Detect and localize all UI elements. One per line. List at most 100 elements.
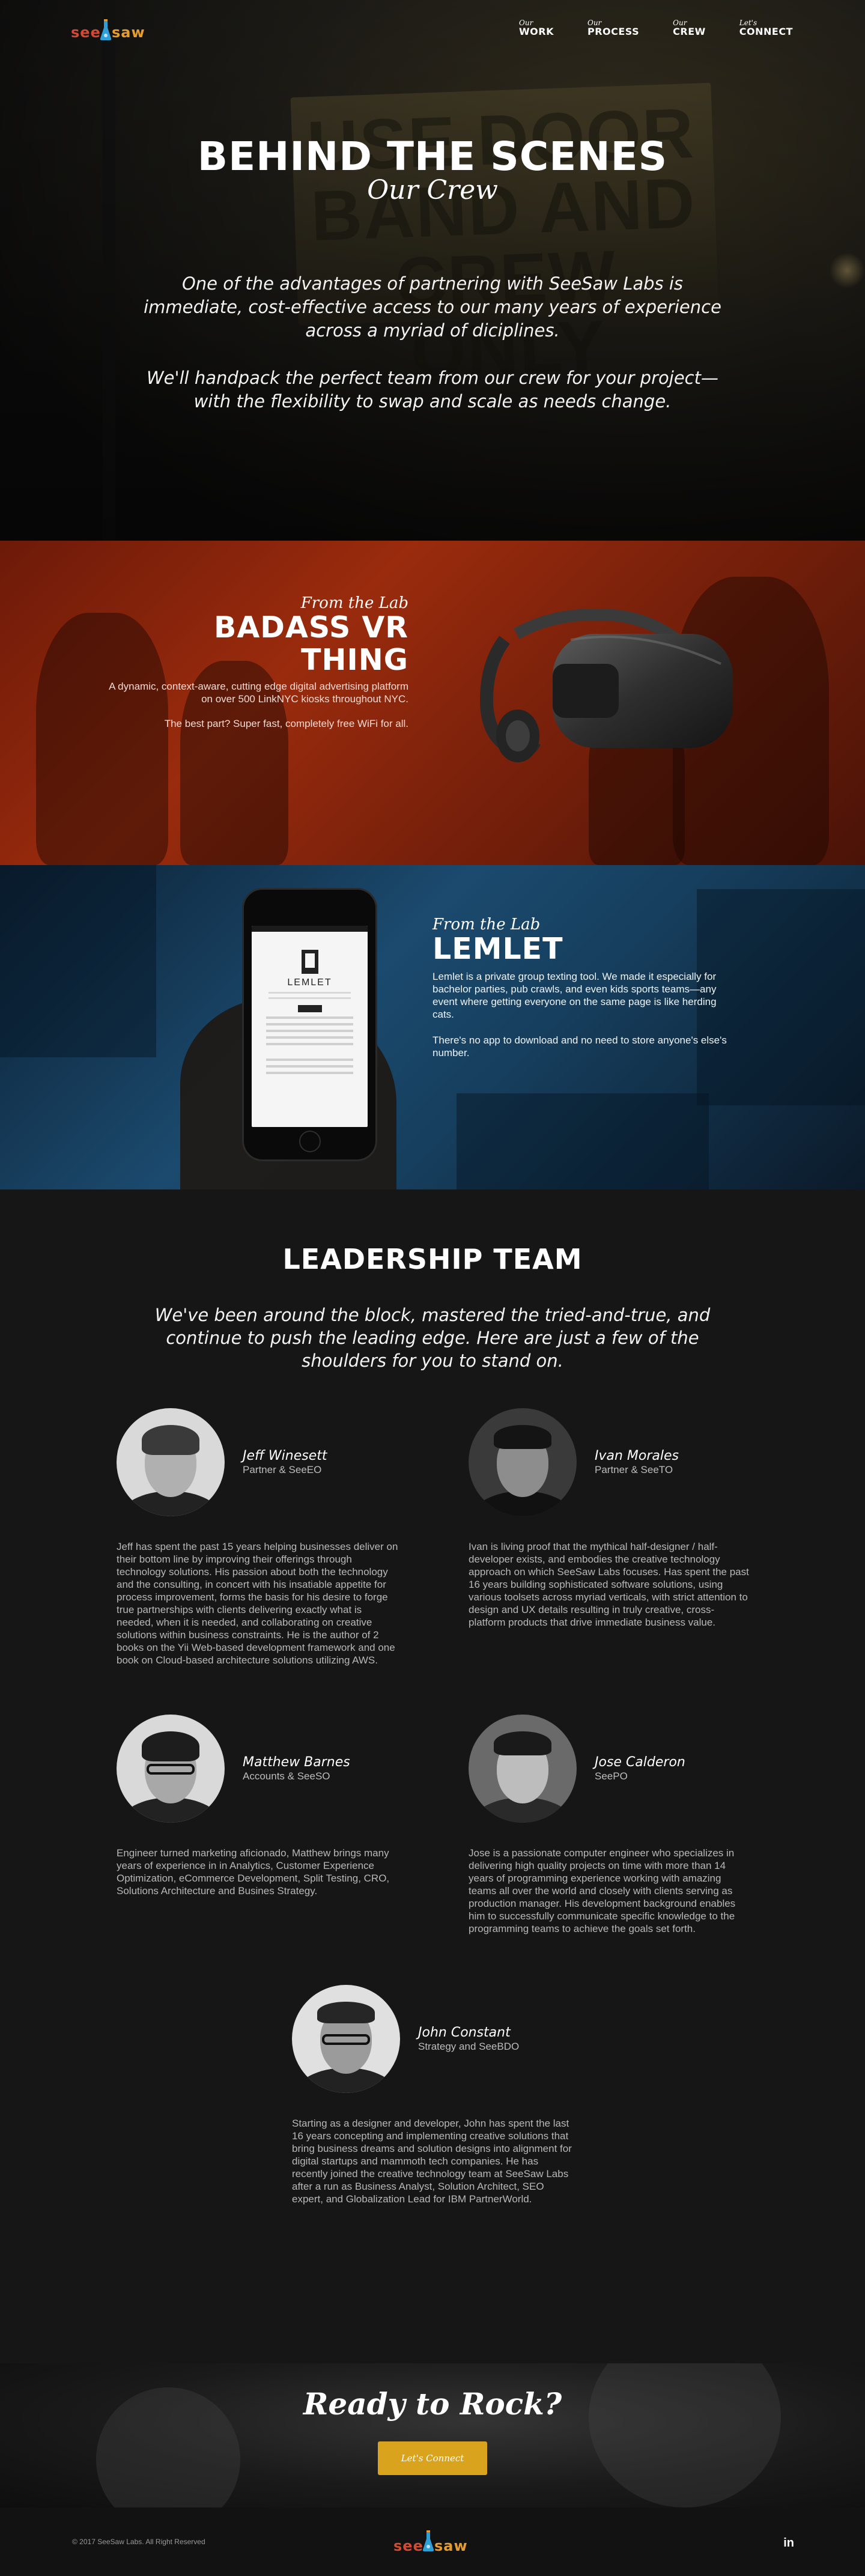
nav-item-label: PROCESS (587, 26, 640, 37)
hero-section: USE DOORBAND AND CREWONLY see saw Our WO… (0, 0, 865, 541)
phone-list-item (266, 1072, 353, 1074)
avatar (117, 1715, 225, 1823)
leadership-intro: We've been around the block, mastered th… (154, 1305, 711, 1371)
phone-home-button (299, 1131, 321, 1152)
lab-description: The best part? Super fast, completely fr… (164, 718, 408, 729)
member-role: Accounts & SeeSO (243, 1770, 330, 1782)
member-name: Jeff Winesett (243, 1448, 327, 1463)
phone-list-item (266, 1043, 353, 1045)
top-nav: see saw Our WORK Our PROCESS Our CREW Le… (0, 0, 865, 60)
lab-title: LEMLET (432, 932, 563, 966)
member-header: Matthew Barnes Accounts & SeeSO (117, 1715, 399, 1823)
member-name: John Constant (418, 2025, 511, 2040)
footer: © 2017 SeeSaw Labs. All Right Reserved s… (0, 2508, 865, 2576)
phone-list-item (266, 1023, 353, 1025)
phone-text-line (269, 997, 351, 999)
seesaw-logo[interactable]: see saw (393, 2524, 472, 2560)
phone-text-line (269, 992, 351, 994)
leadership-title: LEADERSHIP TEAM (282, 1243, 583, 1275)
lab-description: There's no app to download and no need t… (432, 1034, 727, 1059)
logo-saw-text: saw (434, 2538, 468, 2554)
linkedin-icon[interactable]: in (783, 2536, 794, 2550)
nav-item-label: CONNECT (739, 26, 793, 37)
lab-tag: From the Lab (432, 916, 541, 934)
nav-item-label: CREW (673, 26, 706, 37)
nav-item-crew[interactable]: Our CREW (673, 19, 706, 37)
flask-icon (422, 2530, 434, 2551)
nav-item-connect[interactable]: Let's CONNECT (739, 19, 793, 37)
vr-headset-image (479, 609, 733, 762)
phone-button (297, 1005, 322, 1012)
seesaw-logo[interactable]: see saw (71, 14, 149, 46)
nav-menu: Our WORK Our PROCESS Our CREW Let's CONN… (519, 19, 793, 37)
member-header: Ivan Morales Partner & SeeTO (469, 1408, 751, 1516)
leadership-section: LEADERSHIP TEAM We've been around the bl… (0, 1189, 865, 2363)
member-name-block: Jose Calderon SeePO (595, 1755, 685, 1782)
lab-description: Lemlet is a private group texting tool. … (432, 971, 717, 1020)
member-name: Matthew Barnes (243, 1755, 350, 1770)
team-member-card: John Constant Strategy and SeeBDO Starti… (292, 1985, 574, 2205)
copyright-text: © 2017 SeeSaw Labs. All Right Reserved (72, 2538, 205, 2546)
phone-mockup: LEMLET (242, 888, 377, 1161)
phone-list-item (266, 1059, 353, 1061)
avatar (117, 1408, 225, 1516)
phone-list-item (266, 1065, 353, 1068)
team-member-card: Jeff Winesett Partner & SeeEO Jeff has s… (117, 1408, 399, 1666)
member-bio: Ivan is living proof that the mythical h… (469, 1541, 749, 1628)
member-name: Jose Calderon (595, 1755, 685, 1770)
member-header: Jeff Winesett Partner & SeeEO (117, 1408, 399, 1516)
cta-title: Ready to Rock? (303, 2386, 562, 2422)
member-header: John Constant Strategy and SeeBDO (292, 1985, 574, 2093)
lemlet-logo-icon (301, 950, 318, 974)
phone-list-item (266, 1036, 353, 1039)
cta-section: Ready to Rock? Let's Connect (0, 2363, 865, 2508)
team-grid: Jeff Winesett Partner & SeeEO Jeff has s… (0, 1408, 865, 2321)
member-bio: Jeff has spent the past 15 years helping… (117, 1541, 398, 1666)
phone-status-bar (252, 926, 368, 932)
nav-item-process[interactable]: Our PROCESS (587, 19, 639, 37)
phone-list-item (266, 1030, 353, 1032)
member-role: Partner & SeeTO (595, 1464, 673, 1475)
logo-saw-text: saw (112, 24, 145, 41)
member-header: Jose Calderon SeePO (469, 1715, 751, 1823)
lab-lemlet-section: LEMLET From the Lab LEMLET Lemlet is a p… (0, 865, 865, 1189)
member-name-block: John Constant Strategy and SeeBDO (418, 2025, 519, 2053)
lets-connect-button[interactable]: Let's Connect (378, 2441, 487, 2475)
member-role: Strategy and SeeBDO (418, 2041, 520, 2052)
phone-list-item (266, 1016, 353, 1019)
nav-item-work[interactable]: Our WORK (519, 19, 554, 37)
flask-icon (100, 19, 112, 40)
team-member-card: Ivan Morales Partner & SeeTO Ivan is liv… (469, 1408, 751, 1629)
team-member-card: Jose Calderon SeePO Jose is a passionate… (469, 1715, 751, 1935)
vr-text-block: From the Lab BADASS VR THING A dynamic, … (96, 595, 408, 730)
hero-subtitle: Our Crew (367, 175, 498, 205)
nav-item-label: WORK (519, 26, 554, 37)
avatar (469, 1408, 577, 1516)
hero-title: BEHIND THE SCENES (197, 133, 668, 180)
avatar (292, 1985, 400, 2093)
lab-description: A dynamic, context-aware, cutting edge d… (109, 681, 408, 705)
logo-see-text: see (71, 24, 101, 41)
lemlet-text-block: From the Lab LEMLET Lemlet is a private … (432, 916, 733, 1059)
lemlet-logo-text: LEMLET (287, 977, 332, 988)
member-name-block: Ivan Morales Partner & SeeTO (595, 1448, 679, 1476)
hero-paragraph: One of the advantages of partnering with… (144, 273, 721, 341)
team-member-card: Matthew Barnes Accounts & SeeSO Engineer… (117, 1715, 399, 1897)
member-bio: Engineer turned marketing aficionado, Ma… (117, 1847, 390, 1897)
member-name-block: Matthew Barnes Accounts & SeeSO (243, 1755, 350, 1782)
lab-vr-section: From the Lab BADASS VR THING A dynamic, … (0, 541, 865, 865)
member-name: Ivan Morales (595, 1448, 679, 1463)
member-bio: Starting as a designer and developer, Jo… (292, 2118, 572, 2205)
background-figure (589, 2363, 781, 2508)
logo-see-text: see (393, 2538, 423, 2554)
hero-paragraph: We'll handpack the perfect team from our… (147, 368, 718, 412)
member-role: SeePO (595, 1770, 628, 1782)
member-name-block: Jeff Winesett Partner & SeeEO (243, 1448, 327, 1476)
hero-content: BEHIND THE SCENES Our Crew One of the ad… (0, 135, 865, 413)
member-role: Partner & SeeEO (243, 1464, 322, 1475)
background-building (0, 865, 156, 1057)
background-building (457, 1093, 709, 1189)
phone-screen: LEMLET (252, 926, 368, 1127)
member-bio: Jose is a passionate computer engineer w… (469, 1847, 736, 1934)
avatar (469, 1715, 577, 1823)
